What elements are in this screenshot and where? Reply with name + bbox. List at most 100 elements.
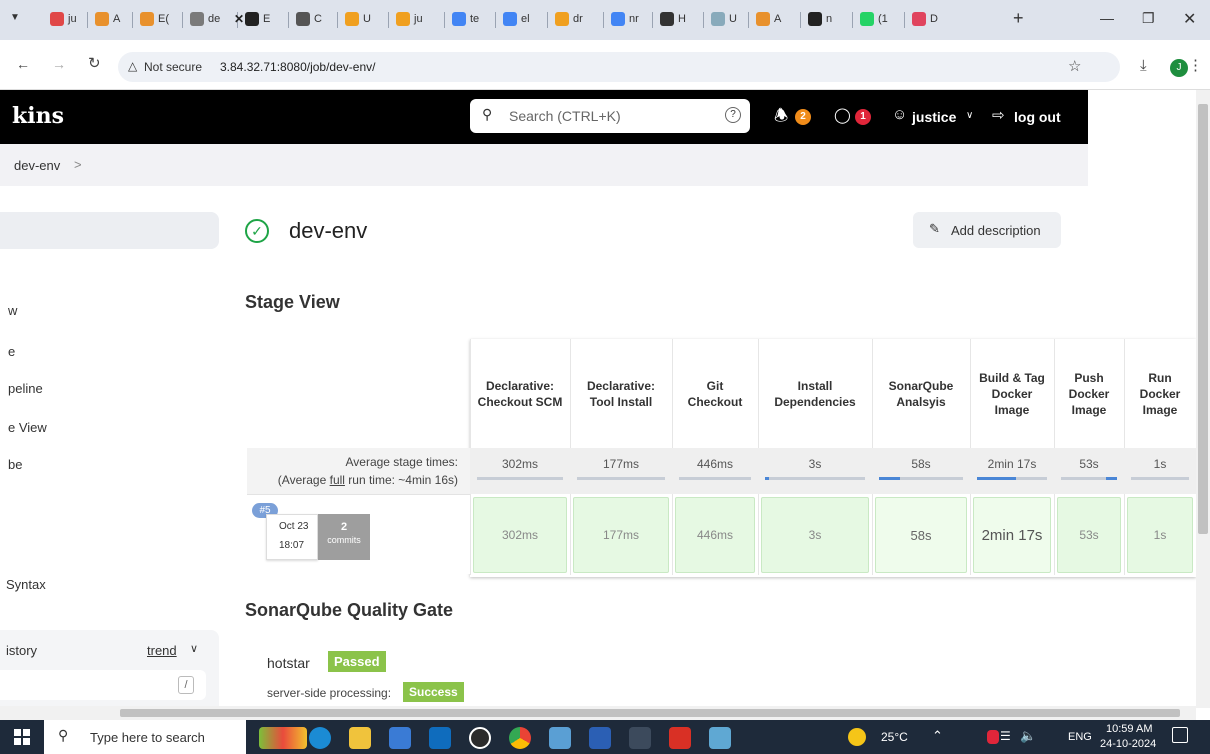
acrobat-icon[interactable] xyxy=(669,727,691,749)
back-icon[interactable]: ← xyxy=(16,56,30,72)
warning-icon[interactable]: △ xyxy=(128,59,137,73)
security-label[interactable]: Not secure xyxy=(144,60,202,74)
sidebar-item-status[interactable]: w xyxy=(8,303,17,318)
sidebar-active-item[interactable] xyxy=(0,212,219,249)
reload-icon[interactable]: ↻ xyxy=(88,54,101,72)
user-name[interactable]: justice xyxy=(912,109,956,125)
help-icon[interactable]: ? xyxy=(725,107,741,123)
browser-tab[interactable]: dr xyxy=(555,12,583,30)
security-badge[interactable]: 1 xyxy=(855,109,871,125)
file-explorer-icon[interactable] xyxy=(349,727,371,749)
stage-run-cell[interactable]: 302ms xyxy=(473,497,567,573)
browser-tab[interactable]: C xyxy=(296,12,322,30)
chevron-down-icon[interactable]: ∨ xyxy=(966,110,973,121)
add-description-button[interactable]: ✎ Add description xyxy=(913,212,1061,248)
logout-icon[interactable]: ⇨ xyxy=(992,106,1005,124)
logout-link[interactable]: log out xyxy=(1014,109,1061,125)
trend-link[interactable]: trend xyxy=(147,643,177,658)
stage-run-cell[interactable]: 177ms xyxy=(573,497,669,573)
volume-icon[interactable]: 🔈 xyxy=(1020,728,1036,744)
sidebar-item-stage-view[interactable]: e View xyxy=(8,420,47,435)
browser-tab[interactable]: A xyxy=(95,12,120,30)
search-box[interactable]: ⚲ Search (CTRL+K) ? xyxy=(470,99,750,133)
store-icon[interactable] xyxy=(389,727,411,749)
omnibox[interactable]: △ Not secure 3.84.32.71:8080/job/dev-env… xyxy=(118,52,1120,82)
horizontal-scroll-thumb[interactable] xyxy=(120,709,1180,717)
browser-tab[interactable]: el xyxy=(503,12,530,30)
outlook-icon[interactable] xyxy=(429,727,451,749)
stage-run-cell[interactable]: 53s xyxy=(1057,497,1121,573)
user-icon[interactable]: ☺ xyxy=(892,106,907,123)
forward-icon[interactable]: → xyxy=(52,56,66,72)
browser-tab[interactable]: n xyxy=(808,12,832,30)
tab-favicon-icon xyxy=(711,12,725,26)
taskbar-search-box[interactable]: ⚲ Type here to search xyxy=(44,720,246,754)
windows-start-icon[interactable] xyxy=(14,729,30,745)
vertical-scrollbar[interactable] xyxy=(1196,90,1210,708)
browser-menu-icon[interactable]: ⋮ xyxy=(1188,56,1203,74)
build-date-box[interactable]: Oct 23 18:07 xyxy=(266,514,318,560)
github-icon[interactable] xyxy=(469,727,491,749)
commits-box[interactable]: 2 commits xyxy=(318,514,370,560)
settings-icon[interactable] xyxy=(629,727,651,749)
sidebar-item-syntax[interactable]: Syntax xyxy=(6,577,46,592)
jenkins-brand[interactable]: kins xyxy=(12,103,64,129)
browser-tab[interactable]: D xyxy=(912,12,938,30)
browser-tab[interactable]: ju xyxy=(50,12,77,30)
bookmark-star-icon[interactable]: ☆ xyxy=(1068,57,1081,75)
browser-tab[interactable]: A xyxy=(756,12,781,30)
vscode-icon[interactable] xyxy=(549,727,571,749)
edge-icon[interactable] xyxy=(309,727,331,749)
clock-time[interactable]: 10:59 AM xyxy=(1106,723,1152,735)
minimize-icon[interactable]: — xyxy=(1100,10,1114,26)
history-filter-input[interactable]: / xyxy=(0,670,206,700)
vertical-scroll-thumb[interactable] xyxy=(1198,104,1208,534)
stage-view-title: Stage View xyxy=(245,292,340,312)
browser-tab[interactable]: U xyxy=(345,12,371,30)
notification-center-icon[interactable] xyxy=(1172,727,1188,743)
browser-tab[interactable]: U xyxy=(711,12,737,30)
browser-tab[interactable]: te xyxy=(452,12,479,30)
sidebar-item-pipeline[interactable]: peline xyxy=(8,381,43,396)
profile-avatar[interactable]: J xyxy=(1170,59,1188,77)
breadcrumb-item[interactable]: dev-env xyxy=(14,158,60,173)
browser-tab[interactable]: E xyxy=(245,12,270,30)
tab-search-button[interactable]: ▼ xyxy=(10,12,26,28)
sidebar-item-describe[interactable]: be xyxy=(8,457,22,472)
active-tab-close-icon[interactable]: ✕ xyxy=(234,12,244,26)
temperature[interactable]: 25°C xyxy=(881,730,908,744)
shield-icon[interactable]: ◯ xyxy=(834,106,851,124)
clock-date[interactable]: 24-10-2024 xyxy=(1100,738,1156,750)
tray-chevron-icon[interactable]: ⌃ xyxy=(932,728,943,744)
photos-icon[interactable] xyxy=(709,727,731,749)
browser-tab[interactable]: ju xyxy=(396,12,423,30)
tray-security-icon[interactable] xyxy=(987,730,999,744)
stage-run-cell[interactable]: 446ms xyxy=(675,497,755,573)
bell-icon[interactable]: 🕭 xyxy=(774,105,788,132)
chrome-icon[interactable] xyxy=(509,727,531,749)
browser-tab[interactable]: nr xyxy=(611,12,639,30)
browser-tab[interactable]: (1 xyxy=(860,12,888,30)
network-icon[interactable]: ☰ xyxy=(1000,729,1011,743)
stage-run-cell[interactable]: 58s xyxy=(875,497,967,573)
word-icon[interactable] xyxy=(589,727,611,749)
browser-tab[interactable]: E( xyxy=(140,12,169,30)
download-icon[interactable]: ⤓ xyxy=(1140,57,1147,74)
url-text[interactable]: 3.84.32.71:8080/job/dev-env/ xyxy=(220,60,375,74)
stage-run-cell[interactable]: 3s xyxy=(761,497,869,573)
language-indicator[interactable]: ENG xyxy=(1068,731,1092,743)
browser-tab[interactable]: H xyxy=(660,12,686,30)
close-window-icon[interactable]: ✕ xyxy=(1183,9,1196,29)
weather-icon[interactable] xyxy=(848,728,866,746)
stage-run-cell[interactable]: 2min 17s xyxy=(973,497,1051,573)
restore-icon[interactable]: ❐ xyxy=(1142,10,1155,27)
stage-run-cell[interactable]: 1s xyxy=(1127,497,1193,573)
full-run-link[interactable]: full xyxy=(330,473,345,487)
horizontal-scrollbar[interactable] xyxy=(0,706,1196,720)
project-name[interactable]: hotstar xyxy=(267,655,310,671)
sidebar-item-changes[interactable]: e xyxy=(8,344,15,359)
browser-tab[interactable]: de xyxy=(190,12,220,30)
new-tab-button[interactable]: + xyxy=(1013,8,1024,29)
notifications-badge[interactable]: 2 xyxy=(795,109,811,125)
trend-chevron-icon[interactable]: ∨ xyxy=(190,642,198,655)
